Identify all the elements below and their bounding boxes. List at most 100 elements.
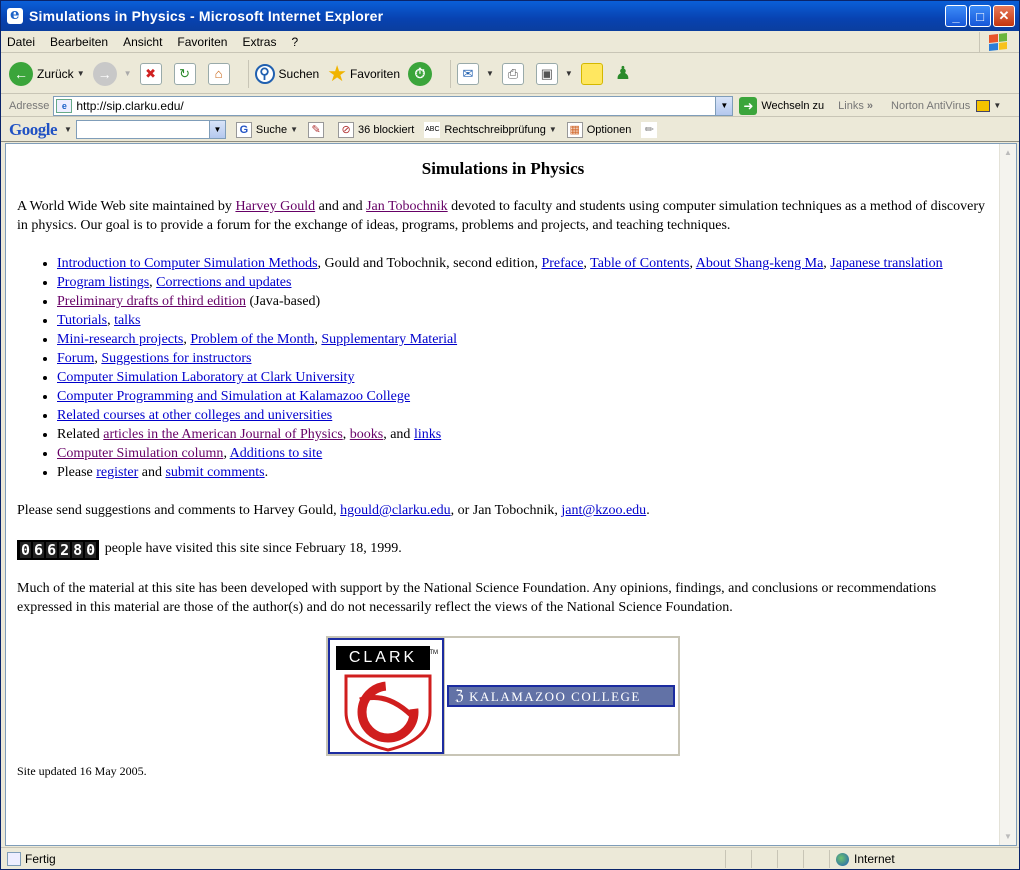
toolbar-separator (450, 59, 451, 88)
clark-lab-link[interactable]: Computer Simulation Laboratory at Clark … (57, 370, 354, 385)
options-button[interactable]: ▦ Optionen (566, 121, 631, 138)
kalamazoo-logo-link[interactable]: ℨ KALAMAZOO COLLEGE (447, 685, 675, 707)
norton-button[interactable]: Norton AntiVirus ▼ (891, 99, 1001, 112)
drafts-link[interactable]: Preliminary drafts of third edition (57, 294, 246, 309)
status-cell (803, 850, 829, 868)
back-dropdown-icon[interactable]: ▼ (77, 69, 85, 78)
status-cell (751, 850, 777, 868)
menu-extras[interactable]: Extras (242, 35, 276, 49)
preface-link[interactable]: Preface (541, 256, 583, 271)
close-button[interactable]: ✕ (993, 5, 1015, 27)
google-search-button[interactable]: G Suche ▼ (235, 121, 298, 138)
favorites-label: Favoriten (349, 66, 400, 81)
address-dropdown-icon[interactable]: ▼ (715, 96, 733, 115)
forward-button[interactable]: → ▼ (92, 61, 132, 86)
pagerank-button[interactable]: ✎ (308, 121, 328, 138)
links-button[interactable]: Links » (838, 100, 873, 112)
scroll-down-icon[interactable]: ▼ (1000, 828, 1016, 845)
jant-email-link[interactable]: jant@kzoo.edu (561, 503, 646, 518)
tutorials-link[interactable]: Tutorials (57, 313, 107, 328)
stop-button[interactable]: ✖ (139, 62, 166, 85)
japanese-translation-link[interactable]: Japanese translation (830, 256, 942, 271)
scroll-up-icon[interactable]: ▲ (1000, 144, 1016, 161)
register-link[interactable]: register (96, 465, 138, 480)
norton-dropdown-icon[interactable]: ▼ (993, 101, 1001, 110)
item-text: and (138, 465, 166, 480)
title-bar[interactable]: Simulations in Physics - Microsoft Inter… (1, 1, 1019, 31)
go-button[interactable]: ➜ Wechseln zu (739, 96, 824, 115)
harvey-gould-link[interactable]: Harvey Gould (235, 199, 315, 214)
spellcheck-button[interactable]: ABC Rechtschreibprüfung ▼ (424, 121, 557, 138)
highlight-button[interactable]: ✏ (641, 121, 661, 138)
windows-logo-icon (979, 32, 1015, 52)
mail-button[interactable]: ✉ ▼ (457, 62, 494, 85)
google-search-input[interactable]: ▼ (75, 120, 226, 139)
home-button[interactable]: ⌂ (207, 62, 234, 85)
list-item: Computer Programming and Simulation at K… (57, 387, 989, 406)
supplementary-link[interactable]: Supplementary Material (321, 332, 457, 347)
google-search-menu-icon[interactable]: ▼ (290, 125, 298, 134)
favorites-button[interactable]: ★ Favoriten (327, 61, 400, 87)
counter-digit: 8 (72, 541, 84, 559)
about-ma-link[interactable]: About Shang-keng Ma (696, 256, 824, 271)
additions-link[interactable]: Additions to site (230, 446, 323, 461)
kalamazoo-k-icon: ℨ (455, 688, 466, 704)
menu-favoriten[interactable]: Favoriten (177, 35, 227, 49)
norton-icon (976, 99, 991, 112)
list-item: Computer Simulation column, Additions to… (57, 444, 989, 463)
forward-dropdown-icon[interactable]: ▼ (124, 69, 132, 78)
submit-comments-link[interactable]: submit comments (165, 465, 264, 480)
jan-tobochnik-link[interactable]: Jan Tobochnik (366, 199, 448, 214)
item-text: (Java-based) (245, 294, 321, 309)
edit-dropdown-icon[interactable]: ▼ (565, 69, 573, 78)
books-link[interactable]: books (350, 427, 383, 442)
menu-datei[interactable]: Datei (7, 35, 35, 49)
security-zone[interactable]: Internet (829, 850, 1019, 868)
links-more-icon[interactable]: » (867, 100, 873, 112)
program-listings-link[interactable]: Program listings (57, 275, 149, 290)
simulation-column-link[interactable]: Computer Simulation column (57, 446, 223, 461)
contact-text: Please send suggestions and comments to … (17, 503, 341, 518)
menu-bearbeiten[interactable]: Bearbeiten (50, 35, 108, 49)
clark-logo-link[interactable]: CLARK TM (328, 638, 444, 754)
talks-link[interactable]: talks (114, 313, 140, 328)
google-menu-dropdown-icon[interactable]: ▼ (64, 125, 72, 134)
mini-research-link[interactable]: Mini-research projects (57, 332, 183, 347)
kalamazoo-link[interactable]: Computer Programming and Simulation at K… (57, 389, 410, 404)
google-search-dropdown-icon[interactable]: ▼ (208, 121, 225, 138)
internet-globe-icon (836, 852, 849, 866)
go-arrow-icon: ➜ (739, 96, 758, 115)
history-icon: ⏱ (408, 61, 432, 86)
menu-help[interactable]: ? (291, 35, 298, 49)
maximize-button[interactable]: □ (969, 5, 991, 27)
forum-link[interactable]: Forum (57, 351, 94, 366)
edit-button[interactable]: ▣ ▼ (535, 62, 573, 85)
intro-methods-link[interactable]: Introduction to Computer Simulation Meth… (57, 256, 318, 271)
vertical-scrollbar[interactable]: ▲ ▼ (999, 144, 1016, 845)
window-controls: _ □ ✕ (945, 5, 1015, 27)
links-link[interactable]: links (414, 427, 441, 442)
refresh-button[interactable]: ↻ (173, 62, 200, 85)
search-button[interactable]: ⚲ Suchen (254, 63, 320, 84)
search-label: Suchen (278, 66, 320, 81)
minimize-button[interactable]: _ (945, 5, 967, 27)
mail-dropdown-icon[interactable]: ▼ (486, 69, 494, 78)
toc-link[interactable]: Table of Contents (590, 256, 689, 271)
corrections-link[interactable]: Corrections and updates (156, 275, 291, 290)
back-button[interactable]: ← Zurück ▼ (9, 61, 85, 86)
discuss-button[interactable] (580, 62, 607, 85)
menu-ansicht[interactable]: Ansicht (123, 35, 162, 49)
print-button[interactable]: ⎙ (501, 62, 528, 85)
related-courses-link[interactable]: Related courses at other colleges and un… (57, 408, 332, 423)
history-button[interactable]: ⏱ (408, 61, 436, 86)
spellcheck-dropdown-icon[interactable]: ▼ (549, 125, 557, 134)
popup-blocker-button[interactable]: ⊘ 36 blockiert (338, 121, 414, 138)
hgould-email-link[interactable]: hgould@clarku.edu (340, 503, 450, 518)
suggestions-link[interactable]: Suggestions for instructors (101, 351, 251, 366)
google-logo[interactable]: Google (9, 120, 58, 140)
address-input[interactable]: e http://sip.clarku.edu/ ▼ (53, 95, 734, 116)
problem-of-month-link[interactable]: Problem of the Month (190, 332, 314, 347)
messenger-button[interactable]: ♟ (615, 63, 631, 84)
site-updated-text: Site updated 16 May 2005. (17, 764, 147, 778)
ajp-articles-link[interactable]: articles in the American Journal of Phys… (103, 427, 343, 442)
